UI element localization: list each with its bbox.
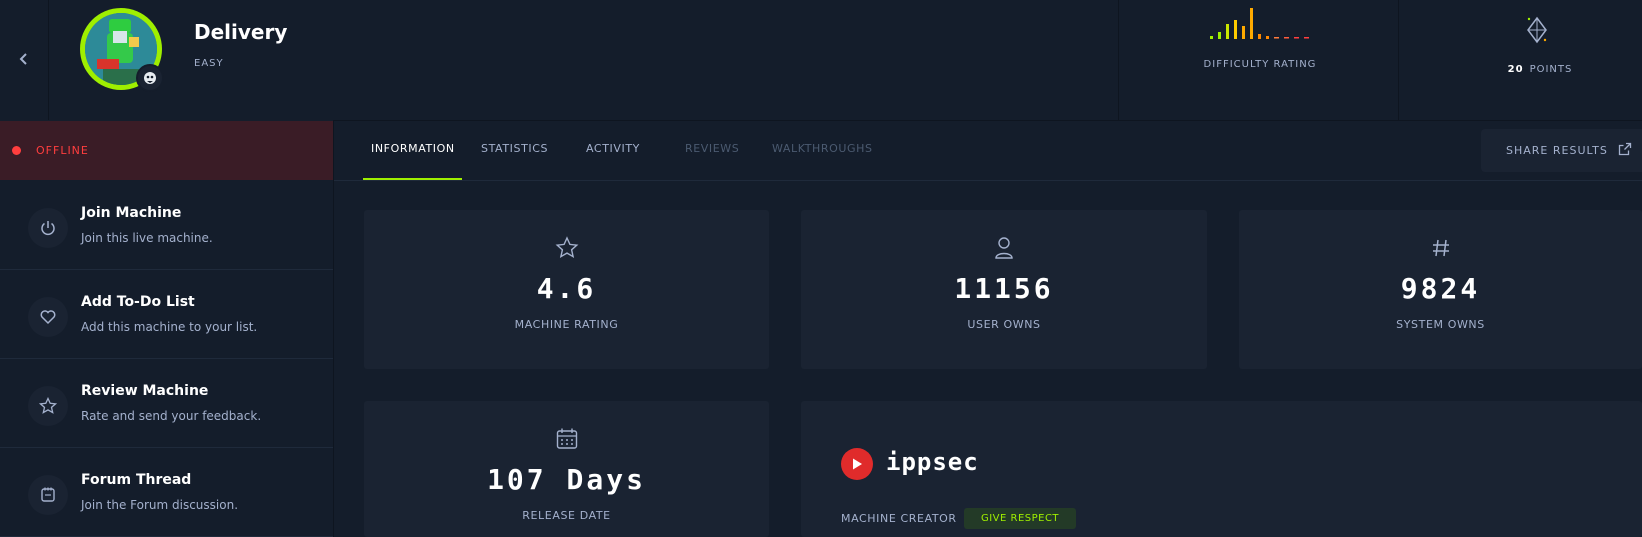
machine-rating-label: MACHINE RATING xyxy=(514,318,619,331)
join-machine-desc: Join this live machine. xyxy=(81,231,213,245)
release-date-card: 107 Days RELEASE DATE xyxy=(364,401,769,537)
user-owns-label: USER OWNS xyxy=(967,318,1041,331)
header-divider xyxy=(1118,0,1119,120)
add-todo-desc: Add this machine to your list. xyxy=(81,320,258,334)
machine-name: Delivery xyxy=(194,20,288,44)
points-value: 20 xyxy=(1507,64,1524,75)
tab-walkthroughs[interactable]: WALKTHROUGHS xyxy=(772,142,873,155)
share-results-label: SHARE RESULTS xyxy=(1506,144,1608,157)
star-icon xyxy=(555,236,579,264)
system-owns-label: SYSTEM OWNS xyxy=(1396,318,1485,331)
join-machine-title: Join Machine xyxy=(81,205,182,221)
release-date-label: RELEASE DATE xyxy=(522,509,611,522)
review-machine-item[interactable]: Review Machine Rate and send your feedba… xyxy=(0,359,333,448)
difficulty-rating-chart xyxy=(1210,8,1310,40)
header-divider xyxy=(1398,0,1399,120)
give-respect-button[interactable]: GIVE RESPECT xyxy=(964,508,1076,529)
active-tab-indicator xyxy=(363,178,462,180)
forum-thread-desc: Join the Forum discussion. xyxy=(81,498,239,512)
tab-bar: INFORMATION STATISTICS ACTIVITY REVIEWS … xyxy=(334,120,1642,181)
add-todo-item[interactable]: Add To-Do List Add this machine to your … xyxy=(0,270,333,359)
join-machine-item[interactable]: Join Machine Join this live machine. xyxy=(0,181,333,270)
user-icon xyxy=(993,236,1015,264)
machine-header xyxy=(0,0,1642,121)
hash-icon xyxy=(1431,238,1451,262)
tab-reviews[interactable]: REVIEWS xyxy=(685,142,739,155)
machine-rating-value: 4.6 xyxy=(536,272,597,305)
tab-activity[interactable]: ACTIVITY xyxy=(586,142,640,155)
points-label: POINTS xyxy=(1529,64,1573,75)
points-display: 20 POINTS xyxy=(1480,64,1600,75)
back-button[interactable] xyxy=(0,0,49,120)
difficulty-rating-label: DIFFICULTY RATING xyxy=(1203,59,1317,70)
tab-information[interactable]: INFORMATION xyxy=(371,142,455,155)
diamond-icon xyxy=(1525,16,1549,48)
system-owns-value: 9824 xyxy=(1400,272,1481,305)
add-todo-title: Add To-Do List xyxy=(81,294,195,310)
heart-icon xyxy=(28,297,68,337)
review-machine-desc: Rate and send your feedback. xyxy=(81,409,262,423)
forum-icon xyxy=(28,475,68,515)
system-owns-card: 9824 SYSTEM OWNS xyxy=(1239,210,1642,369)
youtube-play-icon[interactable] xyxy=(841,448,873,480)
machine-difficulty: EASY xyxy=(194,58,224,69)
machine-rating-card: 4.6 MACHINE RATING xyxy=(364,210,769,369)
status-dot xyxy=(12,146,21,155)
user-owns-card: 11156 USER OWNS xyxy=(801,210,1207,369)
linux-icon xyxy=(136,64,164,92)
forum-thread-item[interactable]: Forum Thread Join the Forum discussion. xyxy=(0,448,333,537)
machine-status: OFFLINE xyxy=(0,121,333,180)
star-icon xyxy=(28,386,68,426)
forum-thread-title: Forum Thread xyxy=(81,472,192,488)
external-link-icon xyxy=(1618,141,1632,160)
creator-label: MACHINE CREATOR xyxy=(841,512,957,525)
share-results-button[interactable]: SHARE RESULTS xyxy=(1481,129,1642,172)
creator-name[interactable]: ippsec xyxy=(886,448,979,476)
status-text: OFFLINE xyxy=(36,144,89,157)
user-owns-value: 11156 xyxy=(954,272,1054,305)
release-date-value: 107 Days xyxy=(487,463,646,496)
power-icon xyxy=(28,208,68,248)
calendar-icon xyxy=(555,427,579,455)
chevron-left-icon xyxy=(19,51,29,70)
tab-statistics[interactable]: STATISTICS xyxy=(481,142,548,155)
review-machine-title: Review Machine xyxy=(81,383,209,399)
